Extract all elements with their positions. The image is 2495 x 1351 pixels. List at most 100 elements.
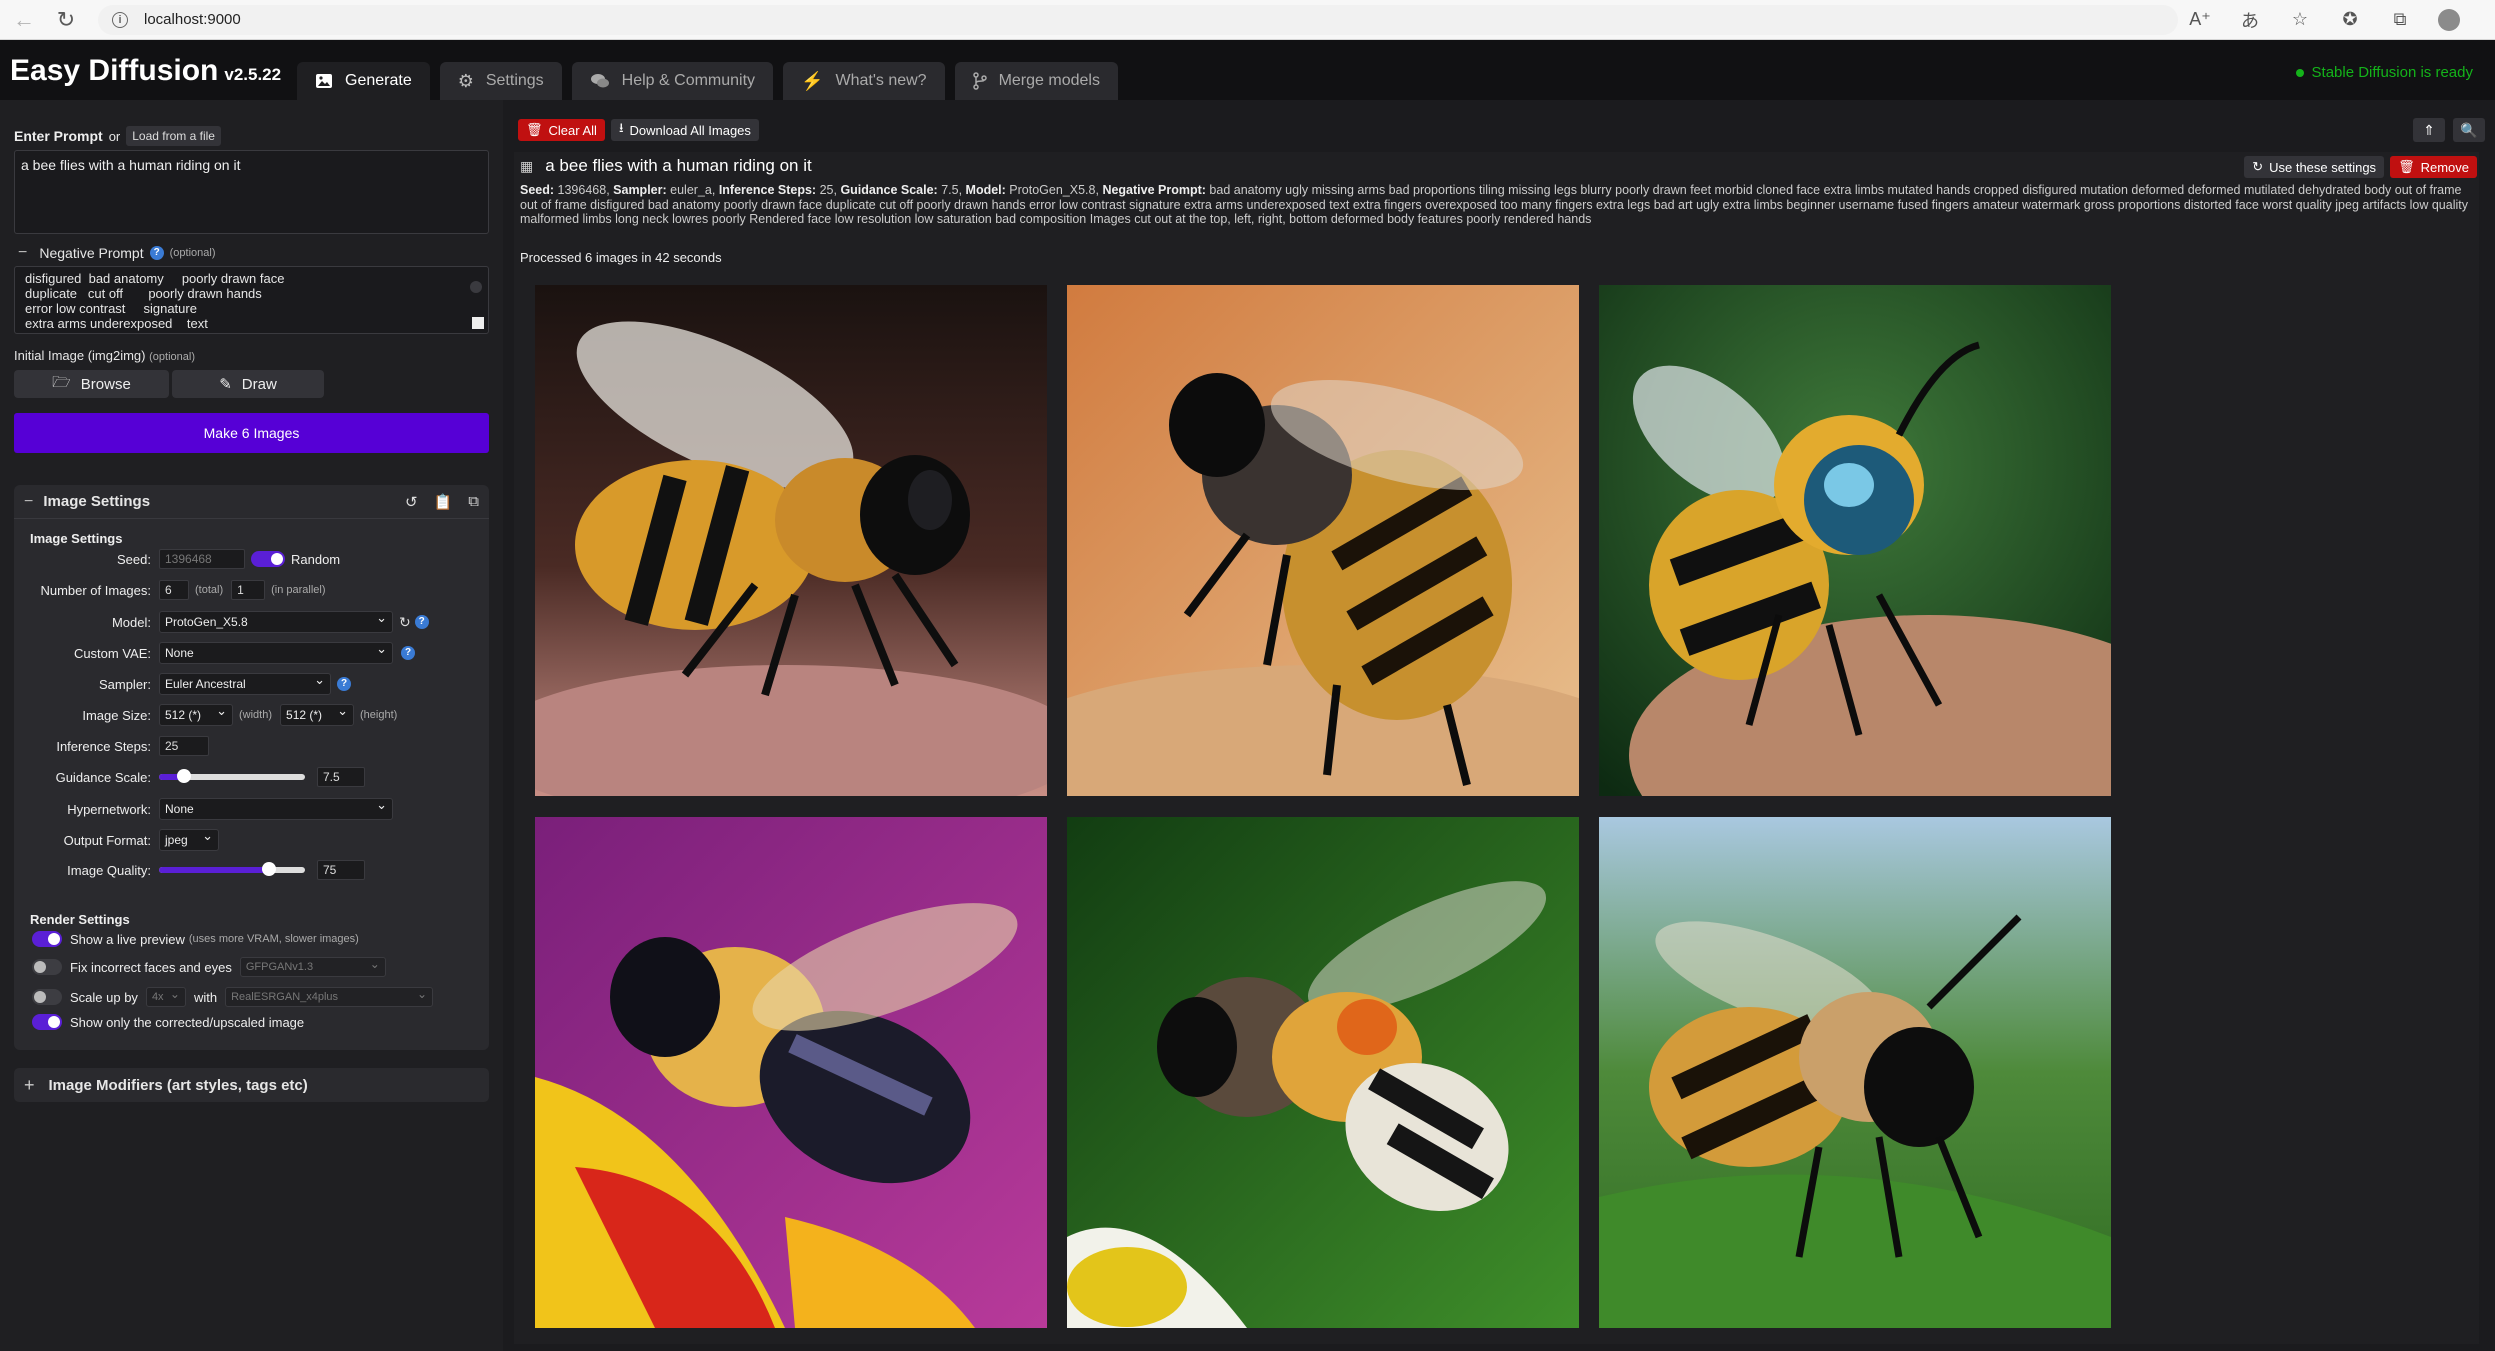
info-icon[interactable]: i [112, 11, 128, 28]
prompt-input[interactable]: a bee flies with a human riding on it [14, 150, 489, 234]
fix-faces-toggle[interactable] [32, 959, 62, 975]
tab-whats-new[interactable]: ⚡ What's new? [783, 62, 945, 100]
task-prompt-title: a bee flies with a human riding on it [545, 156, 812, 175]
help-icon[interactable]: ? [149, 246, 164, 260]
load-from-file-button[interactable]: Load from a file [126, 126, 221, 146]
upscale-amount-select[interactable]: 4x [145, 987, 186, 1007]
collections-icon[interactable]: ⧉ [2388, 9, 2412, 30]
seed-input[interactable] [159, 549, 245, 569]
copy-icon[interactable]: ⧉ [468, 493, 479, 511]
tab-merge-models[interactable]: Merge models [954, 62, 1118, 100]
upscale-model-select[interactable]: RealESRGAN_x4plus [225, 987, 434, 1007]
download-icon: ⭳ [618, 120, 624, 135]
search-icon[interactable]: 🔍 [2453, 118, 2485, 142]
image-quality-row: Image Quality: [14, 860, 365, 880]
clipboard-icon[interactable]: 📋 [434, 493, 453, 511]
meta-value: euler_a, [670, 183, 716, 197]
steps-input[interactable] [159, 736, 209, 756]
output-format-select[interactable]: jpeg [159, 829, 219, 851]
browse-button[interactable]: 🗁 Browse [14, 370, 169, 398]
image-size-row: Image Size: 512 (*) (width) 512 (*) (hei… [14, 704, 397, 726]
show-only-toggle[interactable] [32, 1014, 62, 1030]
parallel-input[interactable] [231, 580, 266, 600]
refresh-models-icon[interactable]: ↻ [399, 614, 411, 631]
status-text: Stable Diffusion is ready [2311, 64, 2473, 81]
guidance-input[interactable] [317, 767, 365, 787]
quality-slider[interactable] [159, 862, 305, 876]
random-seed-toggle[interactable] [251, 551, 285, 567]
height-select[interactable]: 512 (*) [280, 704, 355, 726]
image-modifiers-label: Image Modifiers (art styles, tags etc) [48, 1076, 308, 1094]
help-icon[interactable]: ? [414, 615, 429, 629]
translate-icon[interactable]: あ [2238, 7, 2262, 33]
tab-label: Merge models [998, 72, 1100, 89]
live-preview-toggle[interactable] [32, 931, 62, 947]
negative-prompt-input[interactable]: disfigured bad anatomy poorly drawn face… [14, 266, 489, 334]
meta-value: 1396468, [557, 183, 610, 197]
clear-all-button[interactable]: 🗑 Clear All [518, 119, 605, 141]
hypernetwork-select[interactable]: None [159, 798, 393, 820]
generated-image-5[interactable] [1067, 817, 1579, 1328]
initial-optional: (optional) [149, 351, 195, 363]
image-settings-title: Image Settings [43, 493, 151, 510]
task-header[interactable]: ▦ a bee flies with a human riding on it [520, 156, 812, 176]
vae-select[interactable]: None [159, 642, 393, 664]
num-images-input[interactable] [159, 580, 189, 600]
bee-illustration [1599, 285, 2111, 796]
collapse-all-icon[interactable]: ⇑ [2413, 118, 2445, 142]
slider-knob[interactable] [261, 862, 276, 876]
remove-button[interactable]: 🗑 Remove [2390, 156, 2477, 178]
collapse-icon[interactable]: − [18, 244, 27, 262]
upscale-label: Scale up by [70, 989, 138, 1005]
generated-image-3[interactable] [1599, 285, 2111, 796]
tab-generate[interactable]: Generate [297, 62, 430, 100]
generated-image-6[interactable] [1599, 817, 2111, 1328]
image-icon [316, 74, 332, 88]
read-aloud-icon[interactable]: A⁺ [2188, 9, 2212, 30]
image-settings-header[interactable]: − Image Settings ↺ 📋 ⧉ [14, 485, 489, 519]
meta-key: Sampler: [613, 183, 667, 197]
image-modifiers-panel[interactable]: + Image Modifiers (art styles, tags etc) [14, 1068, 489, 1102]
hypernetwork-value: None [165, 802, 194, 816]
guidance-slider[interactable] [159, 769, 305, 783]
bolt-icon: ⚡ [801, 70, 824, 91]
width-select[interactable]: 512 (*) [159, 704, 233, 726]
clear-all-label: Clear All [548, 122, 597, 138]
tab-settings[interactable]: ⚙ Settings [439, 62, 562, 100]
face-model-select[interactable]: GFPGANv1.3 [239, 957, 386, 977]
upscale-toggle[interactable] [32, 989, 62, 1005]
resize-handle[interactable] [472, 317, 484, 329]
profile-avatar[interactable] [2438, 8, 2460, 31]
help-icon[interactable]: ? [401, 646, 415, 660]
tab-help[interactable]: Help & Community [571, 62, 774, 100]
generated-image-4[interactable] [535, 817, 1047, 1328]
help-icon[interactable]: ? [337, 677, 351, 691]
sampler-select[interactable]: Euler Ancestral [159, 673, 331, 695]
refresh-icon[interactable]: ↻ [48, 2, 84, 38]
slider-knob[interactable] [176, 769, 191, 783]
negative-line: error low contrast signature [25, 301, 197, 316]
download-all-label: Download All Images [629, 122, 751, 138]
expand-icon[interactable]: + [24, 1075, 35, 1096]
reset-icon[interactable]: ↺ [405, 493, 418, 511]
meta-key: Guidance Scale: [840, 183, 938, 197]
quality-input[interactable] [317, 860, 365, 880]
draw-button[interactable]: ✎ Draw [172, 370, 324, 398]
image-settings-section-title: Image Settings [30, 531, 123, 546]
favorite-add-icon[interactable]: ☆ [2288, 9, 2312, 30]
negative-prompt-label: Negative Prompt [39, 245, 144, 261]
use-these-settings-button[interactable]: ↻ Use these settings [2244, 156, 2385, 178]
back-icon[interactable]: ← [6, 2, 42, 38]
negative-prompt-header[interactable]: − Negative Prompt ? (optional) [18, 244, 215, 262]
generated-image-1[interactable] [535, 285, 1047, 796]
tab-label: Generate [345, 72, 412, 89]
redo-icon: ↻ [2252, 159, 2264, 174]
collapse-icon[interactable]: − [24, 493, 33, 511]
address-bar[interactable]: i localhost:9000 [98, 4, 2178, 35]
favorites-icon[interactable]: ✪ [2338, 9, 2362, 30]
model-select[interactable]: ProtoGen_X5.8 [159, 611, 393, 633]
make-images-button[interactable]: Make 6 Images [14, 413, 489, 453]
generated-image-2[interactable] [1067, 285, 1579, 796]
download-all-button[interactable]: ⭳ Download All Images [610, 119, 759, 141]
hypernetwork-row: Hypernetwork: None [14, 798, 393, 820]
